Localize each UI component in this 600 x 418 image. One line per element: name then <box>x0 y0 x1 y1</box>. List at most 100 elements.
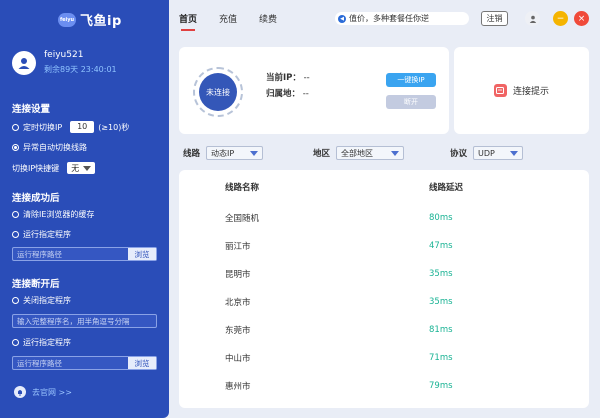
main-tabs: 首页 充值 续费 <box>179 12 277 31</box>
line-filter: 线路 动态IP <box>183 146 264 160</box>
app-logo: feiyu 飞鱼ip <box>58 10 122 29</box>
close-program-radio[interactable] <box>12 297 19 304</box>
line-filter-label: 线路 <box>183 149 201 159</box>
region-select-value: 全部地区 <box>341 148 374 158</box>
user-menu-button[interactable] <box>525 11 540 26</box>
table-row[interactable]: 昆明市 35ms <box>179 260 589 288</box>
location-value: -- <box>302 89 309 99</box>
line-name: 中山市 <box>225 354 251 364</box>
minimize-icon: − <box>556 13 565 24</box>
tab-renew[interactable]: 续费 <box>259 12 277 31</box>
table-row[interactable]: 惠州市 79ms <box>179 372 589 400</box>
user-avatar-icon <box>12 50 36 75</box>
clear-cache-option[interactable]: 清除IE浏览器的缓存 <box>12 209 94 220</box>
line-name: 昆明市 <box>225 270 251 280</box>
line-latency: 79ms <box>429 381 453 391</box>
region-select[interactable]: 全部地区 <box>336 146 405 160</box>
table-row[interactable]: 全国随机 80ms <box>179 204 589 232</box>
minimize-button[interactable]: − <box>553 11 568 26</box>
line-name: 东莞市 <box>225 326 251 336</box>
hotkey-select[interactable]: 无 <box>67 162 96 174</box>
disconnect-browse-button[interactable]: 浏览 <box>128 357 156 369</box>
column-header-latency: 线路延迟 <box>429 183 464 193</box>
current-ip-row: 当前IP： -- <box>266 71 310 83</box>
section-title-connection-settings: 连接设置 <box>12 104 51 115</box>
connect-browse-button[interactable]: 浏览 <box>128 248 156 260</box>
user-icon <box>529 15 536 23</box>
section-title-on-disconnect: 连接断开后 <box>12 279 60 290</box>
bell-icon <box>14 386 26 398</box>
line-name: 惠州市 <box>225 382 251 392</box>
auto-switch-label: 异常自动切换线路 <box>23 143 87 152</box>
hotkey-value: 无 <box>71 163 80 173</box>
table-header: 线路名称 线路延迟 <box>179 170 589 204</box>
connection-tip-label: 连接提示 <box>512 87 549 97</box>
line-latency: 80ms <box>429 213 453 223</box>
line-select-value: 动态IP <box>211 148 235 158</box>
line-latency: 81ms <box>429 325 453 335</box>
message-icon <box>493 84 507 97</box>
disconnect-button[interactable]: 断开 <box>386 95 436 109</box>
close-program-option[interactable]: 关闭指定程序 <box>12 295 71 306</box>
run-program-on-connect-option[interactable]: 运行指定程序 <box>12 229 71 240</box>
connection-status[interactable]: 未连接 <box>199 73 237 111</box>
connection-tip-card[interactable]: 连接提示 <box>454 47 589 134</box>
run-program-on-connect-radio[interactable] <box>12 231 19 238</box>
protocol-select[interactable]: UDP <box>473 146 524 160</box>
line-latency: 71ms <box>429 353 453 363</box>
timed-switch-option[interactable]: 定时切换IP 10 (≥10)秒 <box>12 121 129 133</box>
table-row[interactable]: 北京市 35ms <box>179 288 589 316</box>
section-title-on-connect: 连接成功后 <box>12 193 60 204</box>
close-icon: × <box>577 13 586 24</box>
notice-text: 值价，多种套餐任你逆 <box>349 14 429 23</box>
timed-switch-radio[interactable] <box>12 123 19 131</box>
logout-button[interactable]: 注销 <box>481 11 508 26</box>
fish-logo-icon: feiyu <box>58 12 76 27</box>
chevron-down-icon <box>510 150 519 156</box>
location-label: 归属地： <box>266 89 301 99</box>
line-latency: 35ms <box>429 269 453 279</box>
tab-home[interactable]: 首页 <box>179 12 197 31</box>
line-latency: 35ms <box>429 297 453 307</box>
change-ip-button[interactable]: 一键换IP <box>386 73 436 87</box>
disconnect-program-path-field[interactable]: 运行程序路径 浏览 <box>12 356 157 370</box>
table-row[interactable]: 中山市 71ms <box>179 344 589 372</box>
run-program-on-disconnect-label: 运行指定程序 <box>23 338 71 347</box>
account-expiry: 剩余89天 23:40:01 <box>44 65 117 74</box>
close-program-names-field[interactable]: 输入完整程序名，用半角逗号分隔 <box>12 314 157 328</box>
chevron-down-icon <box>83 165 92 171</box>
close-program-label: 关闭指定程序 <box>23 296 71 305</box>
run-program-on-disconnect-radio[interactable] <box>12 339 19 346</box>
notice-banner[interactable]: ◀ 值价，多种套餐任你逆 <box>335 12 469 25</box>
username: feiyu521 <box>44 50 84 60</box>
chevron-down-icon <box>250 150 259 156</box>
auto-switch-option[interactable]: 异常自动切换线路 <box>12 142 87 153</box>
timed-switch-seconds-input[interactable]: 10 <box>70 121 95 133</box>
connect-program-path-field[interactable]: 运行程序路径 浏览 <box>12 247 157 261</box>
timed-switch-label: 定时切换IP <box>23 122 63 132</box>
close-button[interactable]: × <box>574 11 589 26</box>
hotkey-label: 切换IP快捷键 <box>12 163 60 173</box>
hotkey-setting: 切换IP快捷键 无 <box>12 162 96 174</box>
website-link-label[interactable]: 去官网 >> <box>32 387 72 398</box>
website-link[interactable]: 去官网 >> <box>14 386 72 398</box>
table-row[interactable]: 东莞市 81ms <box>179 316 589 344</box>
auto-switch-radio[interactable] <box>12 144 19 151</box>
location-row: 归属地： -- <box>266 87 309 99</box>
run-program-on-disconnect-option[interactable]: 运行指定程序 <box>12 337 71 348</box>
protocol-select-value: UDP <box>478 148 495 158</box>
chevron-down-icon <box>391 150 400 156</box>
clear-cache-label: 清除IE浏览器的缓存 <box>23 210 95 219</box>
connection-status-indicator[interactable]: 未连接 <box>193 67 243 117</box>
clear-cache-radio[interactable] <box>12 211 19 218</box>
current-ip-label: 当前IP： <box>266 73 301 83</box>
sidebar: feiyu 飞鱼ip feiyu521 剩余89天 23:40:01 连接设置 … <box>0 0 169 418</box>
region-filter-label: 地区 <box>313 149 331 159</box>
app-title: 飞鱼ip <box>80 14 122 29</box>
column-header-line-name: 线路名称 <box>225 183 260 193</box>
speaker-icon: ◀ <box>338 14 346 23</box>
user-info: feiyu521 剩余89天 23:40:01 <box>12 50 117 75</box>
tab-recharge[interactable]: 充值 <box>219 12 237 31</box>
line-select[interactable]: 动态IP <box>206 146 264 160</box>
table-row[interactable]: 丽江市 47ms <box>179 232 589 260</box>
